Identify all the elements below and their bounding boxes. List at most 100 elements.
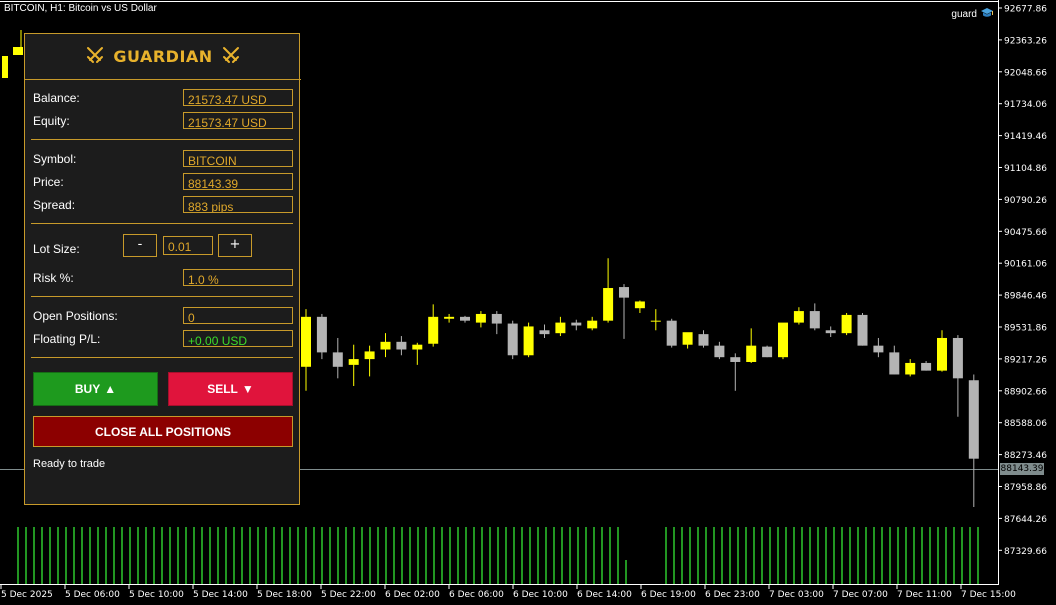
candle-body	[809, 311, 820, 329]
candle-body	[730, 357, 741, 362]
candle-body	[619, 287, 629, 298]
current-price-tag: 88143.39	[1000, 463, 1044, 475]
equity-label: Equity:	[33, 114, 70, 128]
time-tick-label: 6 Dec 02:00	[385, 590, 440, 600]
risk-value[interactable]: 1.0 %	[183, 269, 293, 286]
ea-badge[interactable]: guard	[951, 7, 994, 22]
candle-body	[603, 288, 614, 321]
spread-label: Spread:	[33, 198, 76, 212]
time-tick-label: 7 Dec 15:00	[961, 590, 1016, 600]
guardian-panel: GUARDIAN Balance: 21573.47 USD Equity: 2…	[24, 33, 301, 505]
price-tick-label: 90790.26	[1004, 196, 1047, 206]
balance-value: 21573.47 USD	[183, 89, 293, 106]
time-tick-label: 5 Dec 18:00	[257, 590, 312, 600]
triangle-up-icon: ▲	[104, 382, 117, 396]
time-tick-label: 5 Dec 06:00	[65, 590, 120, 600]
open-positions-value: 0	[183, 307, 293, 324]
close-all-positions-button[interactable]: CLOSE ALL POSITIONS	[33, 416, 293, 447]
candle-body	[905, 362, 916, 375]
divider	[31, 357, 293, 358]
price-tick-label: 89846.46	[1004, 292, 1047, 302]
candle-body	[762, 346, 773, 358]
close-all-label: CLOSE ALL POSITIONS	[94, 424, 231, 439]
sell-button[interactable]: SELL ▼	[168, 372, 293, 406]
graduation-cap-icon	[980, 7, 994, 22]
spread-value: 883 pips	[183, 196, 293, 213]
candle-body	[571, 322, 582, 326]
risk-label: Risk %:	[33, 271, 74, 285]
time-tick-label: 7 Dec 07:00	[833, 590, 888, 600]
price-tick-label: 88588.06	[1004, 419, 1047, 429]
time-tick-label: 5 Dec 10:00	[129, 590, 184, 600]
price-tick-label: 91419.46	[1004, 132, 1047, 142]
price-tick-label: 87644.26	[1004, 515, 1047, 525]
candle-body	[539, 330, 550, 335]
price-tick-label: 88273.46	[1004, 451, 1047, 461]
time-tick-label: 6 Dec 06:00	[449, 590, 504, 600]
lot-size-input[interactable]: 0.01	[163, 236, 213, 255]
ea-name: guard	[951, 9, 977, 20]
lot-decrease-button[interactable]: -	[123, 234, 157, 257]
time-tick-label: 5 Dec 22:00	[321, 590, 376, 600]
price-tick-label: 89531.86	[1004, 324, 1047, 334]
chart-title: BITCOIN, H1: Bitcoin vs US Dollar	[4, 3, 157, 14]
candle-body	[475, 313, 486, 323]
lot-increase-button[interactable]: +	[218, 234, 252, 257]
symbol-value: BITCOIN	[183, 150, 293, 167]
candle-body	[348, 359, 359, 365]
candle-body	[316, 316, 327, 353]
triangle-down-icon: ▼	[241, 382, 254, 396]
crossed-swords-icon	[85, 45, 105, 69]
candle-body	[507, 323, 518, 356]
candle-body	[650, 320, 661, 322]
time-tick-label: 5 Dec 14:00	[193, 590, 248, 600]
candle-body	[698, 334, 709, 346]
price-tick-label: 91104.86	[1004, 164, 1047, 174]
panel-header[interactable]: GUARDIAN	[25, 34, 301, 80]
price-tick-label: 91734.06	[1004, 100, 1047, 110]
divider	[31, 223, 293, 224]
candle-body	[952, 337, 963, 379]
price-tick-label: 92048.66	[1004, 68, 1047, 78]
time-tick-label: 6 Dec 14:00	[577, 590, 632, 600]
candle-body	[301, 316, 311, 367]
candle-body	[460, 316, 470, 321]
price-tick-label: 87329.66	[1004, 547, 1047, 557]
lot-size-label: Lot Size:	[33, 242, 80, 256]
candle-body	[380, 341, 391, 350]
time-tick-label: 7 Dec 11:00	[897, 590, 952, 600]
candle-body	[921, 362, 932, 371]
candle-body	[666, 320, 677, 346]
candle-body	[714, 345, 725, 358]
price-tick-label: 88902.66	[1004, 387, 1047, 397]
candle-body	[634, 301, 645, 309]
sell-button-label: SELL	[207, 382, 238, 396]
status-text: Ready to trade	[33, 458, 106, 470]
price-tick-label: 90475.66	[1004, 228, 1047, 238]
price-tick-label: 92363.26	[1004, 36, 1047, 46]
equity-value: 21573.47 USD	[183, 112, 293, 129]
buy-button[interactable]: BUY ▲	[33, 372, 158, 406]
price-label: Price:	[33, 175, 64, 189]
candle-body	[555, 322, 566, 334]
candle-body	[937, 337, 947, 371]
candle-body	[746, 345, 757, 362]
candle-body	[841, 314, 852, 334]
time-tick-label: 6 Dec 19:00	[641, 590, 696, 600]
candle-body	[332, 352, 343, 367]
candle-body	[778, 322, 788, 358]
candle-body	[793, 311, 804, 323]
candle-body	[396, 341, 407, 350]
time-tick-label: 7 Dec 03:00	[769, 590, 824, 600]
candle-body	[587, 320, 598, 329]
candle-body	[523, 326, 534, 356]
crossed-swords-icon	[221, 45, 241, 69]
candle-body	[825, 330, 836, 334]
candle-body	[412, 344, 423, 350]
panel-title: GUARDIAN	[113, 47, 213, 66]
candle-body	[857, 314, 868, 346]
price-value: 88143.39	[183, 173, 293, 190]
candle-body	[889, 352, 900, 375]
candle-body	[444, 316, 455, 319]
open-positions-label: Open Positions:	[33, 309, 118, 323]
